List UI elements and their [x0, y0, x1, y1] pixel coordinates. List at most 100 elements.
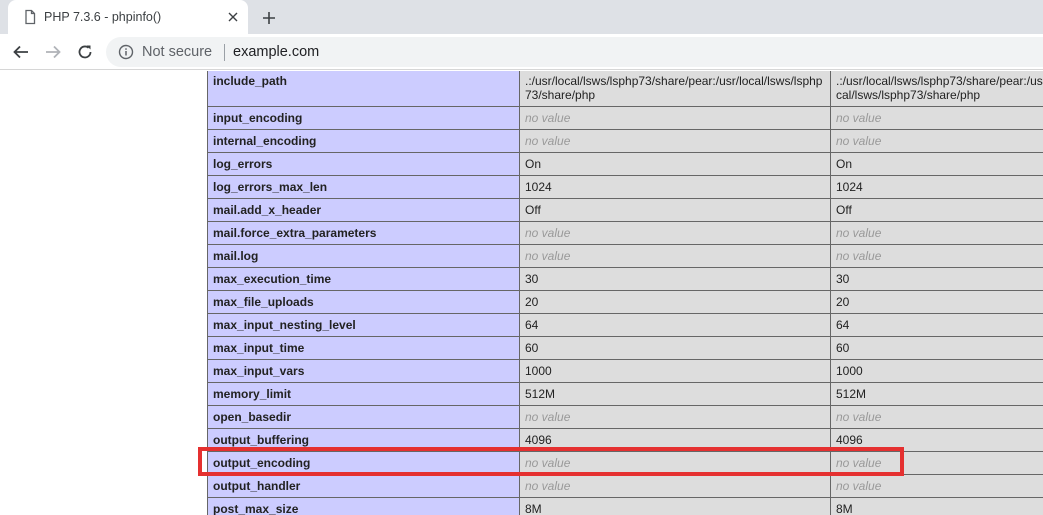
master-value-cell: 1000: [830, 359, 1043, 383]
master-value-cell: 8M: [830, 497, 1043, 515]
local-value-text: no value: [525, 479, 571, 493]
info-icon[interactable]: [118, 44, 134, 60]
local-value-text: On: [525, 157, 542, 171]
table-row: mail.add_x_header Off Off: [207, 198, 1043, 222]
local-value-text: no value: [525, 249, 571, 263]
forward-arrow-icon[interactable]: [42, 41, 64, 63]
directive-name-cell: mail.log: [207, 244, 520, 268]
table-row: output_handler no value no value: [207, 474, 1043, 498]
directive-name-cell: post_max_size: [207, 497, 520, 515]
master-value-text: no value: [836, 134, 882, 148]
table-row: max_file_uploads 20 20: [207, 290, 1043, 314]
master-value-text: 1024: [836, 180, 863, 194]
table-row: output_encoding no value no value: [207, 451, 1043, 475]
table-row: memory_limit 512M 512M: [207, 382, 1043, 406]
directive-name-cell: max_input_time: [207, 336, 520, 360]
directive-name-cell: max_file_uploads: [207, 290, 520, 314]
master-value-text: 512M: [836, 387, 867, 401]
tab-title: PHP 7.3.6 - phpinfo(): [44, 10, 162, 24]
address-bar[interactable]: Not secure example.com: [106, 37, 1043, 67]
table-row: mail.log no value no value: [207, 244, 1043, 268]
directive-name-cell: max_input_nesting_level: [207, 313, 520, 337]
local-value-text: no value: [525, 410, 571, 424]
directive-name-cell: input_encoding: [207, 106, 520, 130]
directive-name-cell: include_path: [207, 71, 520, 107]
directive-name-cell: log_errors: [207, 152, 520, 176]
master-value-text: no value: [836, 456, 882, 470]
master-value-text: 4096: [836, 433, 863, 447]
table-row: log_errors_max_len 1024 1024: [207, 175, 1043, 199]
local-value-text: no value: [525, 456, 571, 470]
browser-toolbar: Not secure example.com: [0, 34, 1043, 70]
page-content: include_path .:/usr/local/lsws/lsphp73/sh…: [0, 71, 1043, 515]
master-value-cell: .:/usr/local/lsws/lsphp73/share/pear:/us…: [830, 71, 1043, 107]
master-value-cell: no value: [830, 129, 1043, 153]
local-value-cell: no value: [519, 405, 831, 429]
master-value-text: no value: [836, 249, 882, 263]
master-value-cell: 1024: [830, 175, 1043, 199]
directive-name-cell: open_basedir: [207, 405, 520, 429]
local-value-cell: no value: [519, 244, 831, 268]
table-row: max_input_time 60 60: [207, 336, 1043, 360]
master-value-text: no value: [836, 410, 882, 424]
url-text[interactable]: example.com: [233, 44, 319, 60]
master-value-cell: 30: [830, 267, 1043, 291]
local-value-cell: 4096: [519, 428, 831, 452]
back-arrow-icon[interactable]: [10, 41, 32, 63]
master-value-text: no value: [836, 226, 882, 240]
master-value-cell: 60: [830, 336, 1043, 360]
local-value-cell: no value: [519, 129, 831, 153]
local-value-text: 30: [525, 272, 539, 286]
master-value-cell: no value: [830, 451, 1043, 475]
table-row: input_encoding no value no value: [207, 106, 1043, 130]
table-row: include_path .:/usr/local/lsws/lsphp73/sh…: [207, 71, 1043, 107]
local-value-cell: On: [519, 152, 831, 176]
local-value-text: .:/usr/local/lsws/lsphp73/share/pear:/us…: [525, 74, 823, 102]
new-tab-plus-icon[interactable]: [258, 7, 280, 29]
master-value-cell: 20: [830, 290, 1043, 314]
master-value-text: 64: [836, 318, 850, 332]
phpinfo-rows: include_path .:/usr/local/lsws/lsphp73/sh…: [207, 71, 1043, 515]
master-value-cell: 4096: [830, 428, 1043, 452]
table-row: max_input_vars 1000 1000: [207, 359, 1043, 383]
directive-name-cell: mail.add_x_header: [207, 198, 520, 222]
local-value-cell: no value: [519, 451, 831, 475]
table-row: mail.force_extra_parameters no value no va…: [207, 221, 1043, 245]
master-value-cell: no value: [830, 474, 1043, 498]
table-row: open_basedir no value no value: [207, 405, 1043, 429]
directive-name-cell: output_handler: [207, 474, 520, 498]
master-value-cell: On: [830, 152, 1043, 176]
local-value-cell: Off: [519, 198, 831, 222]
table-row: internal_encoding no value no value: [207, 129, 1043, 153]
local-value-text: 8M: [525, 502, 542, 515]
local-value-cell: .:/usr/local/lsws/lsphp73/share/pear:/us…: [519, 71, 831, 107]
directive-name-cell: memory_limit: [207, 382, 520, 406]
local-value-text: no value: [525, 111, 571, 125]
master-value-text: 1000: [836, 364, 863, 378]
directive-name-cell: output_buffering: [207, 428, 520, 452]
close-icon[interactable]: [224, 8, 242, 26]
local-value-text: 1024: [525, 180, 552, 194]
master-value-text: Off: [836, 203, 852, 217]
directive-name-cell: max_input_vars: [207, 359, 520, 383]
local-value-cell: 1024: [519, 175, 831, 199]
directive-name-cell: internal_encoding: [207, 129, 520, 153]
table-row: post_max_size 8M 8M: [207, 497, 1043, 515]
local-value-cell: 60: [519, 336, 831, 360]
document-icon: [22, 9, 38, 25]
master-value-text: 20: [836, 295, 850, 309]
local-value-text: Off: [525, 203, 541, 217]
omnibox-divider: [224, 44, 225, 61]
local-value-text: no value: [525, 226, 571, 240]
security-status[interactable]: Not secure: [142, 44, 212, 60]
local-value-text: 1000: [525, 364, 552, 378]
local-value-cell: 8M: [519, 497, 831, 515]
local-value-cell: 512M: [519, 382, 831, 406]
reload-icon[interactable]: [74, 41, 96, 63]
local-value-text: 512M: [525, 387, 556, 401]
master-value-cell: 512M: [830, 382, 1043, 406]
browser-tab[interactable]: PHP 7.3.6 - phpinfo(): [8, 0, 248, 34]
local-value-cell: 30: [519, 267, 831, 291]
master-value-cell: no value: [830, 244, 1043, 268]
local-value-text: 60: [525, 341, 539, 355]
